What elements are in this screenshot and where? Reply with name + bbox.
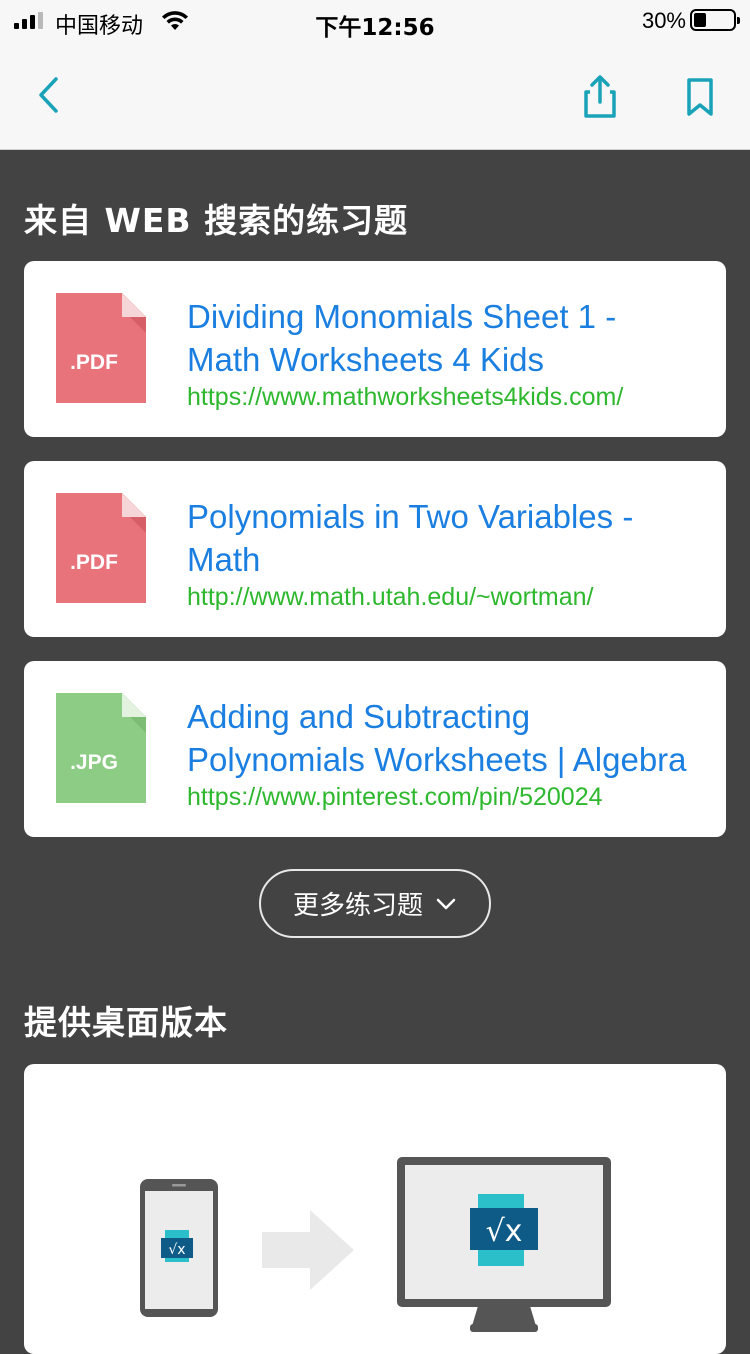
share-icon[interactable]: [578, 72, 622, 120]
app-icon-small: √x: [161, 1230, 193, 1262]
battery-icon: [690, 9, 740, 31]
result-url[interactable]: https://www.pinterest.com/pin/520024: [187, 782, 697, 812]
more-practice-label: 更多练习题: [292, 891, 423, 921]
arrow-right-icon: [262, 1210, 354, 1290]
svg-text:√x: √x: [168, 1242, 185, 1258]
status-bar: 中国移动 下午12:56 30%: [0, 0, 750, 42]
result-title[interactable]: Adding and Subtracting Polynomials Works…: [187, 695, 697, 781]
battery-percentage: 30%: [641, 8, 686, 33]
jpg-file-icon: .JPG: [56, 693, 146, 803]
more-practice-button[interactable]: 更多练习题: [259, 869, 491, 938]
desktop-version-card: √x √x: [24, 1064, 726, 1354]
pdf-file-icon: .PDF: [56, 293, 146, 403]
file-type-label: .JPG: [70, 751, 118, 774]
file-type-label: .PDF: [70, 551, 118, 574]
result-card[interactable]: .JPG Adding and Subtracting Polynomials …: [24, 661, 726, 837]
result-title[interactable]: Polynomials in Two Variables - Math: [187, 495, 697, 581]
chevron-down-icon: [436, 898, 456, 909]
result-url[interactable]: https://www.mathworksheets4kids.com/: [187, 382, 697, 412]
result-title[interactable]: Dividing Monomials Sheet 1 - Math Worksh…: [187, 295, 697, 381]
app-icon-large: √x: [468, 1194, 540, 1266]
bookmark-icon[interactable]: [678, 74, 722, 122]
pdf-file-icon: .PDF: [56, 493, 146, 603]
result-card[interactable]: .PDF Dividing Monomials Sheet 1 - Math W…: [24, 261, 726, 437]
clock: 下午12:56: [315, 15, 435, 41]
navigation-bar: [0, 42, 750, 150]
back-chevron-icon[interactable]: [28, 70, 72, 120]
file-type-label: .PDF: [70, 351, 118, 374]
result-url[interactable]: http://www.math.utah.edu/~wortman/: [187, 582, 697, 612]
section-title-practice: 来自 WEB 搜索的练习题: [24, 201, 409, 240]
result-card[interactable]: .PDF Polynomials in Two Variables - Math…: [24, 461, 726, 637]
svg-text:√x: √x: [486, 1214, 523, 1249]
section-title-desktop: 提供桌面版本: [24, 1003, 228, 1042]
